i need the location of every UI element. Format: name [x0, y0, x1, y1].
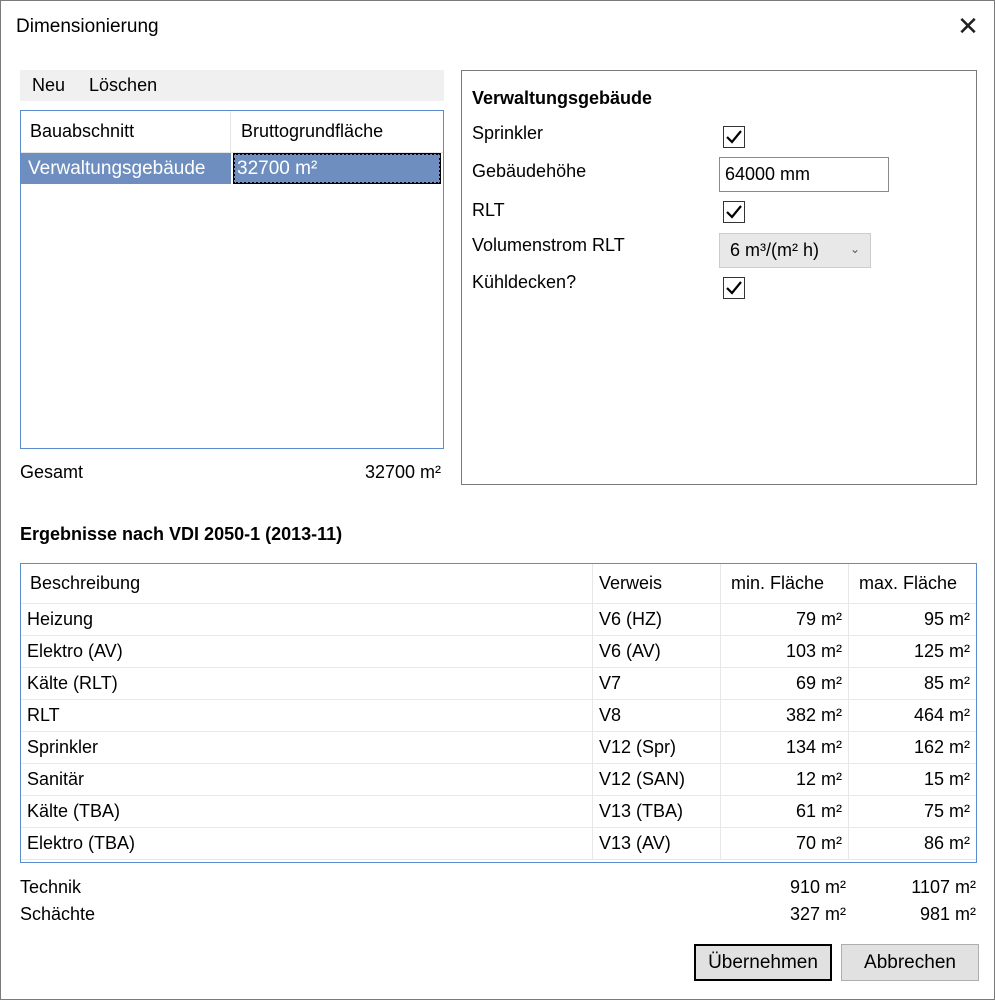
- cooling-ceiling-label: Kühldecken?: [472, 272, 577, 292]
- list-menubar: Neu Löschen: [20, 70, 444, 101]
- cell-description: Elektro (TBA): [21, 828, 593, 859]
- cell-min-area: 70 m²: [721, 828, 849, 859]
- table-row[interactable]: Heizung V6 (HZ) 79 m² 95 m²: [21, 604, 976, 636]
- cell-reference: V12 (Spr): [593, 732, 721, 763]
- results-body: Heizung V6 (HZ) 79 m² 95 m² Elektro (AV) V6 (…: [21, 604, 976, 860]
- cell-reference: V12 (SAN): [593, 764, 721, 795]
- table-row[interactable]: Elektro (AV) V6 (AV) 103 m² 125 m²: [21, 636, 976, 668]
- schaechte-max: 981 m²: [919, 904, 976, 924]
- dialog-window: Dimensionierung ✕ Neu Löschen Bauabschni…: [0, 0, 995, 1000]
- column-header-bgf[interactable]: Bruttogrundfläche: [231, 111, 443, 152]
- cell-description: Heizung: [21, 604, 593, 635]
- close-icon[interactable]: ✕: [951, 9, 985, 43]
- cell-max-area: 125 m²: [913, 641, 970, 661]
- cell-min-area: 103 m²: [721, 636, 849, 667]
- results-header: Beschreibung Verweis min. Fläche max. Fl…: [21, 564, 976, 604]
- table-row[interactable]: Kälte (TBA) V13 (TBA) 61 m² 75 m²: [21, 796, 976, 828]
- cooling-ceiling-checkbox[interactable]: [723, 277, 745, 299]
- rlt-checkbox[interactable]: [723, 201, 745, 223]
- list-item[interactable]: Verwaltungsgebäude 32700 m²: [21, 153, 443, 184]
- apply-button[interactable]: Übernehmen: [694, 944, 832, 981]
- volume-flow-value: 6 m³/(m² h): [730, 240, 819, 260]
- total-label: Gesamt: [20, 462, 84, 482]
- cell-reference: V6 (HZ): [593, 604, 721, 635]
- rlt-label: RLT: [472, 200, 505, 220]
- sprinkler-checkbox[interactable]: [723, 126, 745, 148]
- cell-reference: V7: [593, 668, 721, 699]
- volume-flow-dropdown[interactable]: 6 m³/(m² h) ⌄: [719, 233, 871, 268]
- cancel-button[interactable]: Abbrechen: [841, 944, 979, 981]
- cell-reference: V8: [593, 700, 721, 731]
- column-header-description[interactable]: Beschreibung: [21, 564, 593, 603]
- window-title: Dimensionierung: [16, 16, 159, 37]
- sprinkler-label: Sprinkler: [472, 123, 544, 143]
- menu-item-delete[interactable]: Löschen: [77, 75, 169, 96]
- cell-max-area: 85 m²: [923, 673, 970, 693]
- building-height-label: Gebäudehöhe: [472, 161, 587, 181]
- cell-description: Kälte (RLT): [21, 668, 593, 699]
- cell-min-area: 61 m²: [721, 796, 849, 827]
- cell-description: Elektro (AV): [21, 636, 593, 667]
- table-row[interactable]: RLT V8 382 m² 464 m²: [21, 700, 976, 732]
- checkmark-icon: [726, 281, 742, 295]
- cell-description: RLT: [21, 700, 593, 731]
- checkmark-icon: [726, 205, 742, 219]
- cell-description: Sprinkler: [21, 732, 593, 763]
- cell-max-area: 464 m²: [913, 705, 970, 725]
- cell-max-area: 162 m²: [913, 737, 970, 757]
- cell-reference: V6 (AV): [593, 636, 721, 667]
- schaechte-min: 327 m²: [789, 904, 846, 924]
- results-title: Ergebnisse nach VDI 2050-1 (2013-11): [20, 524, 343, 544]
- schaechte-label: Schächte: [20, 904, 96, 924]
- column-header-reference[interactable]: Verweis: [593, 564, 721, 603]
- technik-min: 910 m²: [789, 877, 846, 897]
- cell-min-area: 12 m²: [721, 764, 849, 795]
- list-header: Bauabschnitt Bruttogrundfläche: [21, 111, 443, 153]
- column-header-max-area[interactable]: max. Fläche: [849, 564, 976, 603]
- cell-reference: V13 (AV): [593, 828, 721, 859]
- panel-title: Verwaltungsgebäude: [472, 88, 653, 108]
- column-header-min-area[interactable]: min. Fläche: [721, 564, 849, 603]
- total-value: 32700 m²: [364, 462, 441, 482]
- cell-reference: V13 (TBA): [593, 796, 721, 827]
- cell-min-area: 79 m²: [721, 604, 849, 635]
- cell-description: Sanitär: [21, 764, 593, 795]
- cell-max-area: 95 m²: [923, 609, 970, 629]
- results-grid[interactable]: Beschreibung Verweis min. Fläche max. Fl…: [20, 563, 977, 863]
- cell-max-area: 75 m²: [923, 801, 970, 821]
- technik-label: Technik: [20, 877, 82, 897]
- technik-max: 1107 m²: [911, 877, 976, 897]
- cell-area-text: 32700 m²: [237, 157, 318, 179]
- column-header-bauabschnitt[interactable]: Bauabschnitt: [21, 111, 231, 152]
- table-row[interactable]: Sanitär V12 (SAN) 12 m² 15 m²: [21, 764, 976, 796]
- table-row[interactable]: Sprinkler V12 (Spr) 134 m² 162 m²: [21, 732, 976, 764]
- properties-panel: Verwaltungsgebäude Sprinkler Gebäudehöhe…: [461, 70, 977, 485]
- volume-flow-label: Volumenstrom RLT: [472, 235, 625, 255]
- checkmark-icon: [726, 130, 742, 144]
- cell-min-area: 382 m²: [721, 700, 849, 731]
- cell-min-area: 69 m²: [721, 668, 849, 699]
- cell-description: Kälte (TBA): [21, 796, 593, 827]
- building-height-input[interactable]: 64000 mm: [719, 157, 889, 192]
- cell-section-area[interactable]: 32700 m²: [233, 153, 441, 184]
- cell-max-area: 15 m²: [923, 769, 970, 789]
- menu-item-new[interactable]: Neu: [20, 75, 77, 96]
- cell-max-area: 86 m²: [923, 833, 970, 853]
- chevron-down-icon: ⌄: [849, 242, 860, 256]
- section-listview[interactable]: Bauabschnitt Bruttogrundfläche Verwaltun…: [20, 110, 444, 449]
- cell-min-area: 134 m²: [721, 732, 849, 763]
- table-row[interactable]: Kälte (RLT) V7 69 m² 85 m²: [21, 668, 976, 700]
- cell-section-name[interactable]: Verwaltungsgebäude: [21, 153, 231, 184]
- table-row[interactable]: Elektro (TBA) V13 (AV) 70 m² 86 m²: [21, 828, 976, 860]
